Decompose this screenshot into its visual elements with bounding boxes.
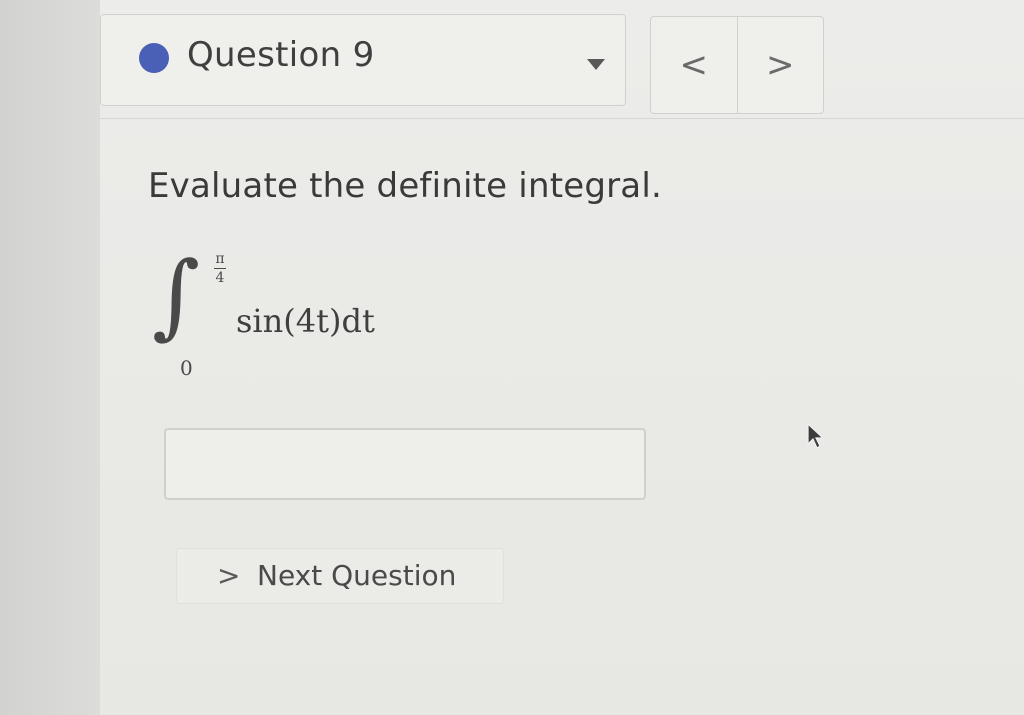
header-divider [100,118,1024,119]
answer-input[interactable] [164,428,646,500]
question-label: Question 9 [187,35,375,75]
fraction-bar [214,268,226,269]
question-selector[interactable]: Question 9 [100,14,626,106]
status-dot-icon [139,43,169,73]
upper-limit-numerator: π [215,251,225,267]
integral-expression: ∫ π 4 0 sin(4t)dt [152,246,452,386]
integrand: sin(4t)dt [236,302,375,340]
next-question-label: Next Question [257,559,457,592]
next-question-button[interactable]: > Next Question [176,548,504,604]
side-strip [0,0,101,715]
lower-limit: 0 [180,356,193,380]
upper-limit: π 4 [210,252,230,285]
next-question-arrow-button[interactable]: > [736,17,824,113]
integral-sign: ∫ [152,242,200,349]
question-prompt: Evaluate the definite integral. [148,166,662,206]
caret-down-icon[interactable] [587,59,605,70]
upper-limit-denominator: 4 [215,270,225,286]
chevron-right-icon: > [217,559,241,592]
chevron-right-icon: > [766,45,795,85]
question-nav: < > [650,16,824,114]
mouse-pointer-icon [807,422,825,449]
previous-question-button[interactable]: < [651,17,737,113]
chevron-left-icon: < [679,45,709,85]
